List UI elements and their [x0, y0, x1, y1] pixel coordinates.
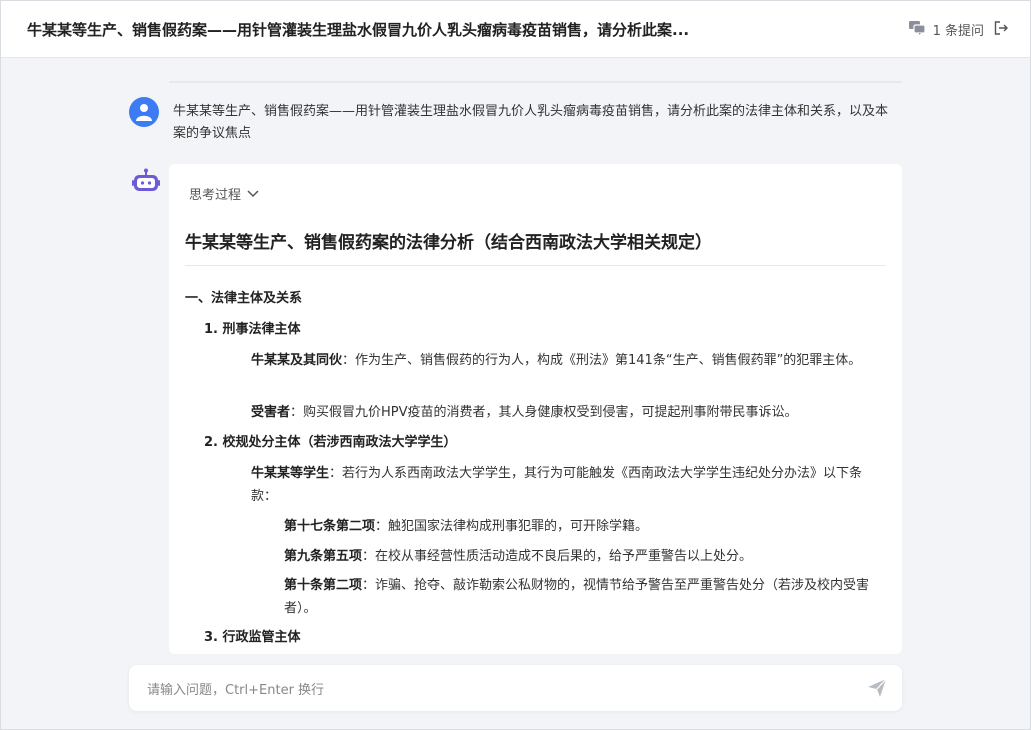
user-icon — [136, 104, 152, 121]
conversation-title: 牛某某等生产、销售假药案——用针管灌装生理盐水假冒九价人乳头瘤病毒疫苗销售，请分… — [27, 21, 690, 39]
list-item-criminal: 1. 刑事法律主体 — [204, 322, 301, 337]
send-icon[interactable] — [866, 677, 888, 703]
answer-heading: 牛某某等生产、销售假药案的法律分析（结合西南政法大学相关规定） — [185, 233, 712, 253]
list-item-school: 2. 校规处分主体（若涉西南政法大学学生） — [204, 435, 457, 450]
list-subitem: 牛某某等学生：若行为人系西南政法大学学生，其行为可能触发《西南政法大学学生违纪处… — [251, 466, 863, 504]
bot-avatar-icon — [132, 168, 160, 194]
chat-bubbles-icon — [908, 20, 926, 39]
clause-item: 第十七条第二项：触犯国家法律构成刑事犯罪的，可开除学籍。 — [284, 519, 649, 534]
chevron-down-icon — [247, 189, 259, 197]
thinking-toggle[interactable]: 思考过程 — [189, 184, 259, 203]
section-title: 一、法律主体及关系 — [185, 291, 303, 306]
question-count: 1 条提问 — [932, 24, 984, 39]
question-input[interactable]: 请输入问题，Ctrl+Enter 换行 — [129, 665, 902, 711]
question-count-area: 1 条提问 — [908, 20, 1008, 39]
top-bar: 牛某某等生产、销售假药案——用针管灌装生理盐水假冒九价人乳头瘤病毒疫苗销售，请分… — [1, 1, 1030, 58]
clause-item: 第九条第五项：在校从事经营性质活动造成不良后果的，给予严重警告以上处分。 — [284, 549, 753, 564]
thinking-label: 思考过程 — [189, 188, 242, 203]
clause-item: 第十条第二项：诈骗、抢夺、敲诈勒索公私财物的，视情节给予警告至严重警告处分（若涉… — [284, 578, 870, 616]
list-subitem: 受害者：购买假冒九价HPV疫苗的消费者，其人身健康权受到侵害，可提起刑事附带民事… — [251, 405, 798, 420]
list-subitem: 牛某某及其同伙：作为生产、销售假药的行为人，构成《刑法》第141条“生产、销售假… — [251, 353, 862, 368]
assistant-answer: 思考过程 牛某某等生产、销售假药案的法律分析（结合西南政法大学相关规定） 一、法… — [169, 164, 902, 654]
user-message-text: 牛某某等生产、销售假药案——用针管灌装生理盐水假冒九价人乳头瘤病毒疫苗销售，请分… — [173, 104, 889, 141]
chat-window: 牛某某等生产、销售假药案——用针管灌装生理盐水假冒九价人乳头瘤病毒疫苗销售，请分… — [0, 0, 1031, 730]
scroll-divider — [169, 81, 902, 83]
user-avatar — [129, 97, 159, 127]
list-item-admin: 3. 行政监管主体 — [204, 630, 301, 645]
heading-divider — [185, 265, 886, 266]
input-placeholder: 请输入问题，Ctrl+Enter 换行 — [147, 683, 325, 698]
exit-icon[interactable] — [994, 20, 1008, 39]
